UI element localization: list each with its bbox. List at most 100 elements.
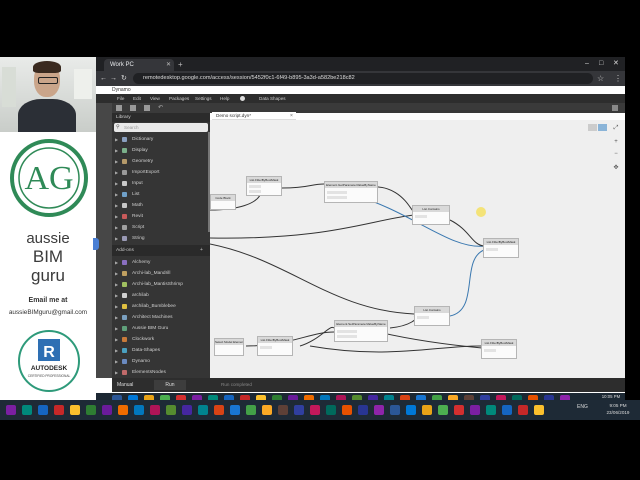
expand-arrow-icon[interactable]: ▶	[115, 356, 118, 367]
menu-packages[interactable]: Packages	[169, 94, 189, 103]
package-item[interactable]: ▶ Aussie BIM Guru	[112, 323, 210, 334]
windows-taskbar-app-icon[interactable]	[390, 405, 400, 415]
package-item[interactable]: ▶ Data-Shapes	[112, 345, 210, 356]
expand-arrow-icon[interactable]: ▶	[115, 268, 118, 279]
zoom-out-icon[interactable]: −	[611, 150, 621, 158]
package-item[interactable]: ▶ Alchemy	[112, 257, 210, 268]
pan-icon[interactable]: ✥	[611, 164, 621, 172]
forward-icon[interactable]: →	[110, 72, 117, 85]
windows-taskbar-app-icon[interactable]	[54, 405, 64, 415]
open-file-icon[interactable]	[130, 105, 136, 111]
windows-taskbar-app-icon[interactable]	[198, 405, 208, 415]
package-item[interactable]: ▶ Archi-lab_Mandrill	[112, 268, 210, 279]
windows-taskbar-app-icon[interactable]	[118, 405, 128, 415]
tab-close-icon[interactable]: ✕	[166, 59, 171, 71]
save-icon[interactable]	[144, 105, 150, 111]
expand-arrow-icon[interactable]: ▶	[115, 145, 118, 156]
windows-taskbar-app-icon[interactable]	[326, 405, 336, 415]
windows-taskbar-app-icon[interactable]	[422, 405, 432, 415]
undo-icon[interactable]: ↶	[158, 105, 164, 111]
workspace-tab[interactable]: Demo script.dyn*	[212, 112, 296, 120]
package-item[interactable]: ▶ archilab_Bumblebee	[112, 301, 210, 312]
add-package-icon[interactable]: +	[200, 245, 203, 256]
bookmark-star-icon[interactable]: ☆	[597, 72, 604, 85]
graph-node[interactable]: Code Block	[210, 194, 236, 210]
windows-taskbar-app-icon[interactable]	[438, 405, 448, 415]
windows-taskbar-app-icon[interactable]	[342, 405, 352, 415]
package-item[interactable]: ▶ Clockwork	[112, 334, 210, 345]
windows-taskbar-app-icon[interactable]	[278, 405, 288, 415]
expand-arrow-icon[interactable]: ▶	[115, 323, 118, 334]
minimize-icon[interactable]: –	[585, 58, 589, 70]
library-category[interactable]: ▶ Geometry	[112, 156, 210, 167]
graph-node[interactable]: Element.GetParameterValueByName	[324, 181, 378, 203]
expand-arrow-icon[interactable]: ▶	[115, 279, 118, 290]
expand-arrow-icon[interactable]: ▶	[115, 167, 118, 178]
menu-file[interactable]: File	[117, 94, 124, 103]
package-item[interactable]: ▶ archilab	[112, 290, 210, 301]
collapse-library-arrow[interactable]	[93, 238, 99, 250]
expand-arrow-icon[interactable]: ▶	[115, 312, 118, 323]
windows-taskbar-app-icon[interactable]	[182, 405, 192, 415]
library-category[interactable]: ▶ String	[112, 233, 210, 244]
graph-node[interactable]: List.FilterByBoolMask	[483, 238, 519, 258]
close-window-icon[interactable]: ✕	[613, 58, 619, 70]
graph-node[interactable]: List.Contains	[412, 205, 450, 225]
menu-edit[interactable]: Edit	[133, 94, 141, 103]
windows-taskbar-app-icon[interactable]	[214, 405, 224, 415]
windows-taskbar-app-icon[interactable]	[358, 405, 368, 415]
view-toggle[interactable]	[588, 124, 608, 131]
windows-taskbar-app-icon[interactable]	[534, 405, 544, 415]
windows-taskbar-app-icon[interactable]	[374, 405, 384, 415]
library-category[interactable]: ▶ Script	[112, 222, 210, 233]
expand-arrow-icon[interactable]: ▶	[115, 233, 118, 244]
graph-node[interactable]: List.Contains	[414, 306, 450, 326]
windows-taskbar-app-icon[interactable]	[150, 405, 160, 415]
windows-taskbar-app-icon[interactable]	[230, 405, 240, 415]
windows-taskbar-app-icon[interactable]	[406, 405, 416, 415]
windows-taskbar-app-icon[interactable]	[518, 405, 528, 415]
library-category[interactable]: ▶ Input	[112, 178, 210, 189]
url-input[interactable]: remotedesktop.google.com/access/session/…	[133, 73, 593, 84]
windows-taskbar-app-icon[interactable]	[502, 405, 512, 415]
library-category[interactable]: ▶ Dictionary	[112, 134, 210, 145]
windows-taskbar-app-icon[interactable]	[310, 405, 320, 415]
graph-node[interactable]: List.FilterByBoolMask	[257, 336, 293, 356]
expand-arrow-icon[interactable]: ▶	[115, 134, 118, 145]
windows-taskbar-app-icon[interactable]	[470, 405, 480, 415]
menu-help[interactable]: Help	[220, 94, 229, 103]
expand-arrow-icon[interactable]: ▶	[115, 257, 118, 268]
workspace-tab-close-icon[interactable]: ×	[290, 112, 293, 120]
package-item[interactable]: ▶ Archi-lab_MantisShrimp	[112, 279, 210, 290]
expand-arrow-icon[interactable]: ▶	[115, 178, 118, 189]
run-button[interactable]: Run	[154, 380, 186, 390]
library-category[interactable]: ▶ ImportExport	[112, 167, 210, 178]
windows-taskbar-app-icon[interactable]	[454, 405, 464, 415]
run-mode-select[interactable]: Manual	[114, 380, 154, 390]
windows-taskbar-app-icon[interactable]	[38, 405, 48, 415]
expand-arrow-icon[interactable]: ▶	[115, 211, 118, 222]
windows-taskbar-app-icon[interactable]	[294, 405, 304, 415]
graph-node[interactable]: Select Model Element	[214, 338, 244, 356]
package-item[interactable]: ▶ Dynamo	[112, 356, 210, 367]
windows-taskbar-app-icon[interactable]	[246, 405, 256, 415]
expand-arrow-icon[interactable]: ▶	[115, 200, 118, 211]
new-file-icon[interactable]	[116, 105, 122, 111]
new-tab-button[interactable]: +	[178, 59, 183, 71]
expand-arrow-icon[interactable]: ▶	[115, 189, 118, 200]
expand-arrow-icon[interactable]: ▶	[115, 345, 118, 356]
browser-menu-icon[interactable]: ⋮	[614, 72, 622, 85]
expand-arrow-icon[interactable]: ▶	[115, 367, 118, 378]
browser-tab[interactable]: Work PC	[104, 59, 174, 71]
windows-taskbar-app-icon[interactable]	[22, 405, 32, 415]
zoom-in-icon[interactable]: +	[611, 138, 621, 146]
expand-arrow-icon[interactable]: ▶	[115, 222, 118, 233]
library-search-input[interactable]: Search	[114, 123, 208, 132]
windows-taskbar-app-icon[interactable]	[86, 405, 96, 415]
windows-taskbar-app-icon[interactable]	[166, 405, 176, 415]
back-icon[interactable]: ←	[100, 72, 107, 85]
library-category[interactable]: ▶ Revit	[112, 211, 210, 222]
menu-settings[interactable]: Settings	[195, 94, 212, 103]
windows-taskbar-app-icon[interactable]	[6, 405, 16, 415]
addons-header[interactable]: Add-ons	[112, 245, 210, 256]
